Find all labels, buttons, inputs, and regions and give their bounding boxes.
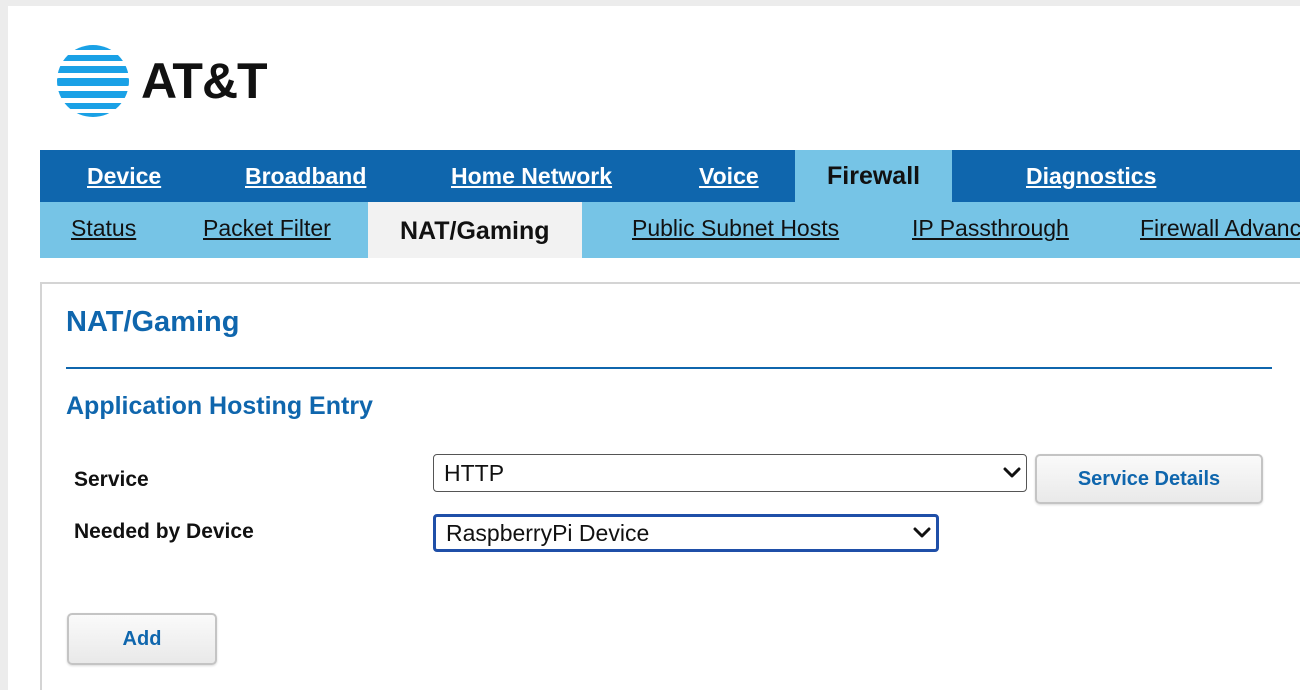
chevron-down-icon (998, 467, 1026, 479)
sub-nav-packet-filter[interactable]: Packet Filter (203, 202, 331, 258)
main-nav-voice[interactable]: Voice (699, 150, 759, 202)
main-nav: Device Broadband Home Network Voice Fire… (40, 150, 1300, 202)
main-nav-broadband[interactable]: Broadband (245, 150, 366, 202)
main-nav-diagnostics[interactable]: Diagnostics (1026, 150, 1156, 202)
sub-nav-nat-gaming[interactable]: NAT/Gaming (368, 202, 582, 258)
page: AT&T Device Broadband Home Network Voice… (8, 6, 1300, 690)
sub-nav-status[interactable]: Status (71, 202, 136, 258)
content-panel: NAT/Gaming Application Hosting Entry Ser… (40, 282, 1300, 690)
service-select[interactable]: HTTP (433, 454, 1027, 492)
sub-nav-ip-passthrough[interactable]: IP Passthrough (912, 202, 1069, 258)
device-label: Needed by Device (74, 520, 254, 543)
device-select[interactable]: RaspberryPi Device (433, 514, 939, 552)
chevron-down-icon (908, 527, 936, 539)
add-button[interactable]: Add (67, 613, 217, 665)
sub-nav: Status Packet Filter NAT/Gaming Public S… (40, 202, 1300, 258)
service-details-button[interactable]: Service Details (1035, 454, 1263, 504)
main-nav-home-network[interactable]: Home Network (451, 150, 612, 202)
title-divider (66, 367, 1272, 369)
sub-nav-public-subnet-hosts[interactable]: Public Subnet Hosts (632, 202, 839, 258)
page-title: NAT/Gaming (66, 306, 240, 338)
sub-nav-firewall-advanced[interactable]: Firewall Advanced (1140, 202, 1300, 258)
main-nav-device[interactable]: Device (87, 150, 161, 202)
service-label: Service (74, 468, 149, 491)
brand-name: AT&T (141, 53, 268, 109)
main-nav-firewall[interactable]: Firewall (795, 150, 953, 202)
device-select-value: RaspberryPi Device (446, 519, 650, 546)
att-logo: AT&T (55, 41, 268, 121)
service-select-value: HTTP (444, 459, 505, 486)
section-title: Application Hosting Entry (66, 392, 373, 420)
att-globe-icon (57, 45, 129, 117)
